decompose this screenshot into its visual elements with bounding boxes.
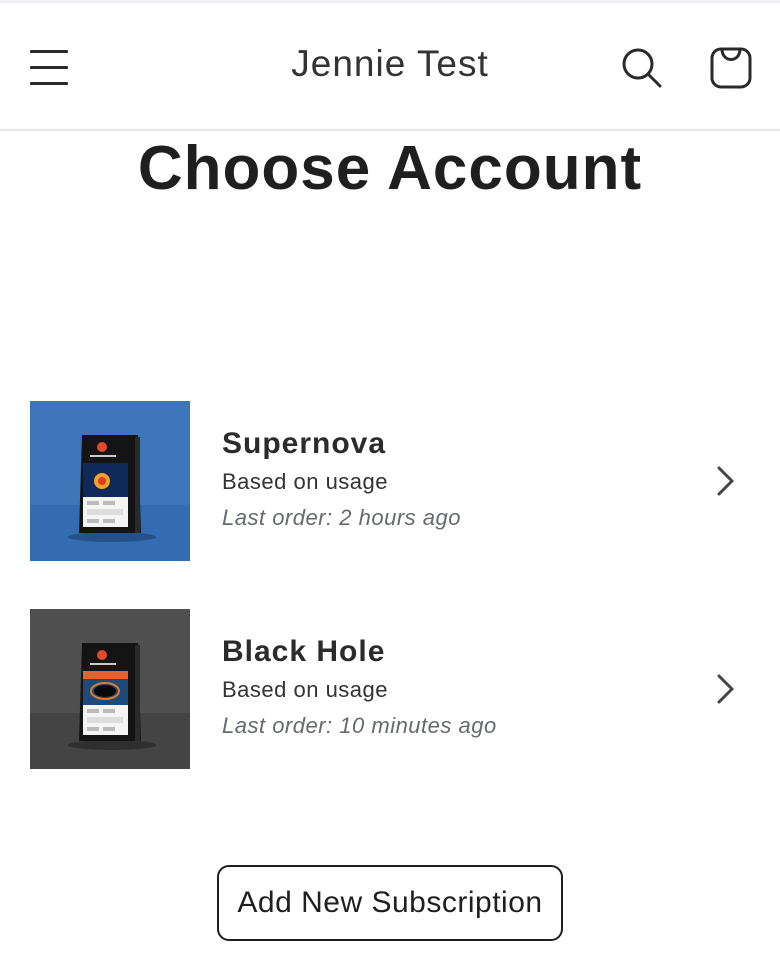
account-info: Supernova Based on usage Last order: 2 h… (222, 427, 461, 531)
product-thumbnail (30, 609, 190, 769)
account-name: Supernova (222, 427, 387, 460)
search-icon (622, 48, 662, 88)
cart-bag-icon (710, 47, 752, 89)
menu-button[interactable] (26, 45, 72, 89)
last-order-text: Last order: 10 minutes ago (222, 713, 497, 738)
account-row-supernova[interactable]: Supernova Based on usage Last order: 2 h… (30, 401, 760, 561)
account-name: Black Hole (222, 635, 386, 668)
page-title: Choose Account (137, 134, 643, 203)
product-thumbnail (30, 401, 190, 561)
cart-button[interactable] (706, 43, 756, 93)
site-header: Jennie Test (0, 3, 780, 131)
account-info: Black Hole Based on usage Last order: 10… (222, 635, 497, 739)
search-button[interactable] (618, 45, 666, 93)
account-row-black-hole[interactable]: Black Hole Based on usage Last order: 10… (30, 609, 760, 769)
account-plan: Based on usage (222, 469, 389, 494)
last-order-text: Last order: 2 hours ago (222, 505, 461, 530)
add-new-subscription-button[interactable]: Add New Subscription (217, 865, 563, 941)
account-plan: Based on usage (222, 677, 389, 702)
chevron-right-icon (717, 466, 734, 496)
chevron-right-icon (717, 674, 734, 704)
